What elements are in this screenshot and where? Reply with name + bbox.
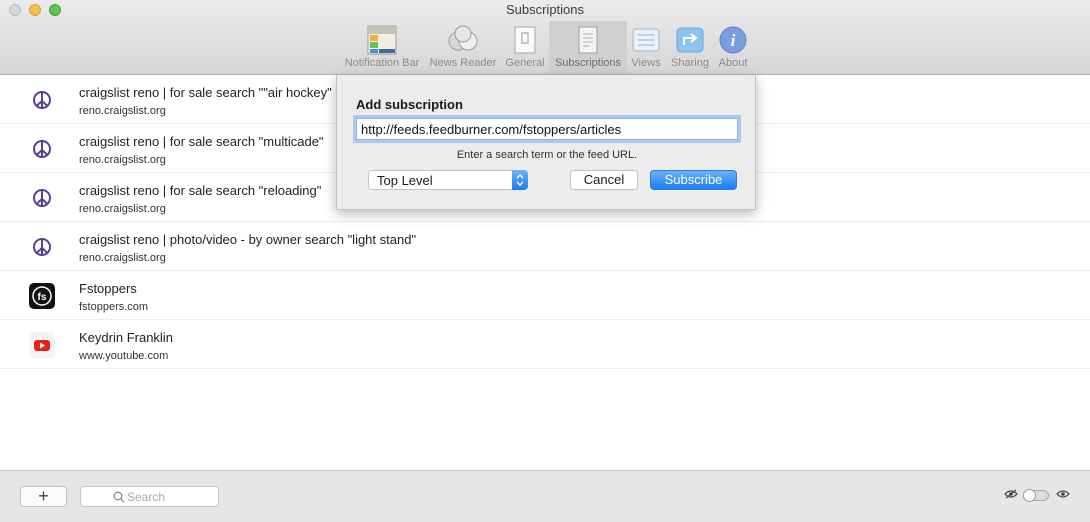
dialog-title: Add subscription <box>356 97 463 112</box>
fstoppers-icon: fs <box>29 283 55 309</box>
sharing-icon <box>676 27 704 53</box>
notification-bar-icon <box>367 25 397 55</box>
tab-label: Sharing <box>671 57 709 69</box>
peace-icon <box>33 140 51 158</box>
window-title: Subscriptions <box>505 2 585 17</box>
youtube-icon <box>29 332 55 358</box>
subscription-title: craigslist reno | for sale search "reloa… <box>79 183 322 198</box>
subscribe-button[interactable]: Subscribe <box>650 170 737 190</box>
peace-icon <box>33 91 51 109</box>
cancel-button[interactable]: Cancel <box>570 170 638 190</box>
subscription-title: craigslist reno | photo/video - by owner… <box>79 232 417 247</box>
list-item[interactable]: fs Fstoppers fstoppers.com <box>0 271 1090 320</box>
subscription-domain: www.youtube.com <box>79 350 169 362</box>
bottom-bar: + <box>0 470 1090 522</box>
tab-sharing[interactable]: Sharing <box>667 21 713 74</box>
tab-label: About <box>718 57 748 69</box>
select-arrows-icon <box>512 170 528 190</box>
subscriptions-icon <box>578 26 598 54</box>
subscription-title: Fstoppers <box>79 281 137 296</box>
list-item[interactable]: Keydrin Franklin www.youtube.com <box>0 320 1090 369</box>
toggle-knob <box>1023 489 1036 502</box>
tab-label: Subscriptions <box>554 57 622 69</box>
tab-general[interactable]: General <box>502 21 548 74</box>
subscription-domain: fstoppers.com <box>79 301 149 313</box>
add-subscription-button[interactable]: + <box>20 486 67 507</box>
news-reader-icon <box>448 25 478 51</box>
window-titlebar: Subscriptions Notification Bar News Read… <box>0 0 1090 75</box>
tab-label: News Reader <box>429 57 497 69</box>
subscription-domain: reno.craigslist.org <box>79 252 166 264</box>
subscription-title: Keydrin Franklin <box>79 330 173 345</box>
search-field[interactable] <box>80 486 219 507</box>
tab-label: General <box>505 57 545 69</box>
tab-about[interactable]: i About <box>714 21 752 74</box>
svg-text:fs: fs <box>38 292 47 303</box>
dialog-hint: Enter a search term or the feed URL. <box>456 149 638 161</box>
tab-subscriptions[interactable]: Subscriptions <box>549 21 627 74</box>
tab-notification-bar[interactable]: Notification Bar <box>340 21 424 74</box>
peace-icon <box>33 238 51 256</box>
peace-icon <box>33 189 51 207</box>
subscription-domain: reno.craigslist.org <box>79 105 166 117</box>
tab-label: Notification Bar <box>344 57 420 69</box>
svg-text:i: i <box>731 31 736 50</box>
visibility-toggle[interactable] <box>1023 489 1049 502</box>
add-subscription-dialog: Add subscription Enter a search term or … <box>336 75 756 210</box>
search-input[interactable] <box>127 489 215 504</box>
folder-select[interactable]: Top Level <box>368 170 528 190</box>
subscription-title: craigslist reno | for sale search ""air … <box>79 85 332 100</box>
general-icon <box>514 26 536 54</box>
info-icon: i <box>719 26 747 54</box>
views-icon <box>632 28 660 52</box>
folder-select-value: Top Level <box>377 173 433 188</box>
subscription-title: craigslist reno | for sale search "multi… <box>79 134 324 149</box>
subscription-domain: reno.craigslist.org <box>79 154 166 166</box>
eye-icon[interactable] <box>1056 489 1070 499</box>
tab-label: Views <box>631 57 661 69</box>
list-item[interactable]: craigslist reno | photo/video - by owner… <box>0 222 1090 271</box>
tab-news-reader[interactable]: News Reader <box>427 21 499 74</box>
eye-closed-icon[interactable] <box>1004 489 1018 499</box>
subscription-domain: reno.craigslist.org <box>79 203 166 215</box>
feed-url-input[interactable] <box>356 118 738 140</box>
tab-views[interactable]: Views <box>628 21 664 74</box>
search-icon <box>113 491 125 503</box>
